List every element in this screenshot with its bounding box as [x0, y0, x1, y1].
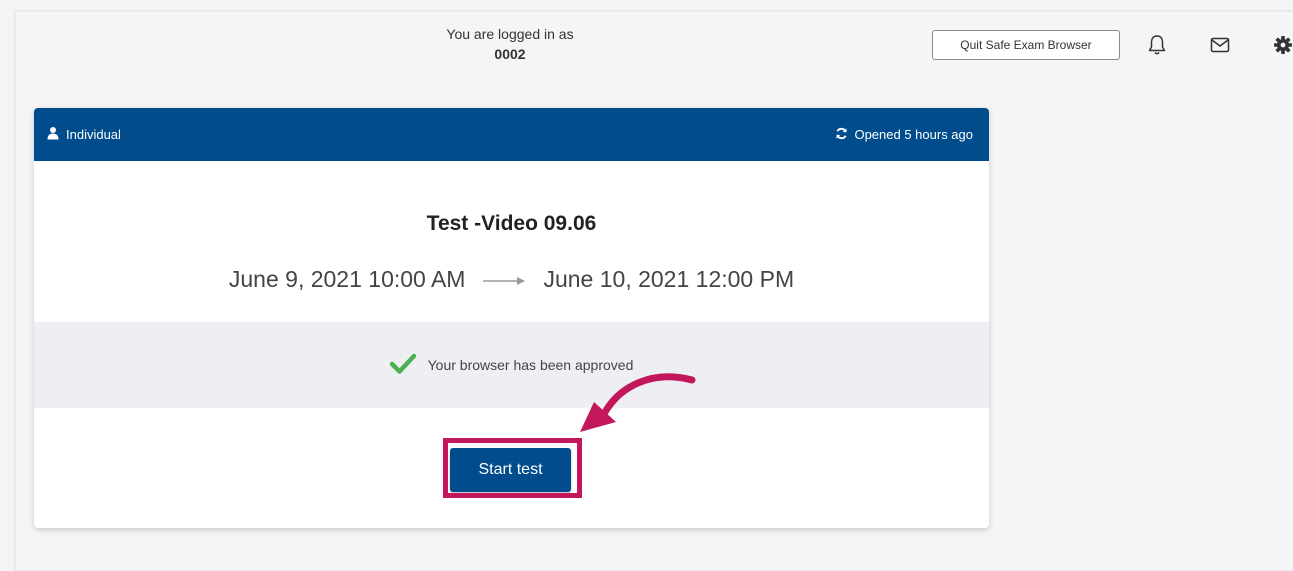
- arrow-right-icon: [479, 266, 529, 293]
- card-header: Individual Opened 5 hours ago: [34, 108, 989, 161]
- status-label: Opened 5 hours ago: [854, 127, 973, 142]
- quit-safe-exam-browser-button[interactable]: Quit Safe Exam Browser: [932, 30, 1120, 60]
- user-icon: [46, 126, 60, 143]
- user-id: 0002: [494, 46, 526, 62]
- end-date: June 10, 2021 12:00 PM: [543, 266, 795, 292]
- envelope-icon[interactable]: [1207, 32, 1233, 58]
- mode-label: Individual: [66, 127, 121, 142]
- date-range: June 9, 2021 10:00 AM June 10, 2021 12:0…: [34, 266, 989, 293]
- logged-in-label: You are logged in as: [446, 26, 574, 42]
- refresh-icon: [835, 127, 848, 143]
- test-title: Test -Video 09.06: [426, 212, 597, 235]
- login-info: You are logged in as 0002: [420, 24, 600, 64]
- bell-icon[interactable]: [1144, 32, 1170, 58]
- start-date: June 9, 2021 10:00 AM: [228, 266, 466, 292]
- annotation-arrow-icon: [570, 370, 700, 450]
- checkmark-icon: [389, 353, 416, 378]
- start-button-highlight: [443, 438, 582, 498]
- status-indicator: Opened 5 hours ago: [835, 127, 973, 143]
- mode-indicator: Individual: [46, 126, 121, 143]
- gear-icon[interactable]: [1270, 32, 1293, 58]
- approval-banner: Your browser has been approved: [34, 322, 989, 408]
